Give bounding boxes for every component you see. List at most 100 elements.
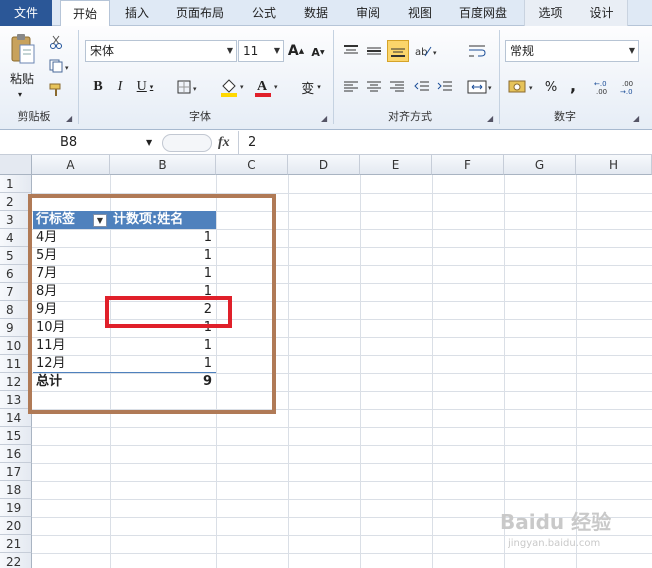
font-name-select[interactable]: 宋体 ▼ xyxy=(85,40,237,62)
clipboard-group-label: 剪贴板 xyxy=(17,110,51,123)
comma-style-button[interactable]: , xyxy=(566,76,580,95)
group-separator xyxy=(499,30,500,124)
tab-view[interactable]: 视图 xyxy=(396,0,444,26)
group-separator xyxy=(78,30,79,124)
tab-options[interactable]: 选项 xyxy=(524,0,576,26)
font-size-select[interactable]: 11 ▼ xyxy=(238,40,284,62)
row-header[interactable]: 17 xyxy=(0,463,32,481)
row-header[interactable]: 1 xyxy=(0,175,32,193)
font-launcher-icon[interactable]: ◢ xyxy=(321,114,327,123)
grow-font-icon[interactable]: A ▲ xyxy=(288,42,304,60)
align-top-icon[interactable] xyxy=(341,42,361,60)
column-header[interactable]: E xyxy=(360,155,432,175)
align-middle-icon[interactable] xyxy=(364,42,384,60)
column-header[interactable]: G xyxy=(504,155,576,175)
align-bottom-icon[interactable] xyxy=(387,40,409,62)
tab-design[interactable]: 设计 xyxy=(576,0,628,26)
row-header[interactable]: 18 xyxy=(0,481,32,499)
svg-text:A: A xyxy=(257,79,268,94)
align-right-icon[interactable] xyxy=(387,78,407,96)
ribbon: 粘贴 ▾ ▾ 剪贴板 ◢ 宋体 ▼ 11 ▼ A ▲ A ▼ B I U ▾ ▾ ▾ A ▾… xyxy=(0,26,652,130)
font-color-icon[interactable]: A ▾ xyxy=(254,76,282,98)
insert-function-button[interactable]: fx xyxy=(218,134,230,152)
orientation-icon[interactable]: ab ▾ xyxy=(414,42,440,60)
decrease-decimal-icon[interactable]: .00 →.0 xyxy=(620,78,640,96)
tab-data[interactable]: 数据 xyxy=(292,0,340,26)
paste-icon[interactable] xyxy=(8,32,38,66)
baidu-watermark: Baidu 经验 xyxy=(500,510,612,534)
svg-text:▾: ▾ xyxy=(433,49,437,57)
grid-line xyxy=(32,463,652,464)
formula-bar-resize-handle[interactable] xyxy=(162,134,212,152)
tab-home[interactable]: 开始 xyxy=(60,0,110,27)
svg-text:▾: ▾ xyxy=(488,84,492,92)
shrink-font-icon[interactable]: A ▼ xyxy=(310,44,326,60)
number-format-select[interactable]: 常规 ▼ xyxy=(505,40,639,62)
decrease-indent-icon[interactable] xyxy=(412,78,432,96)
column-header[interactable]: B xyxy=(110,155,216,175)
tab-page-layout[interactable]: 页面布局 xyxy=(166,0,234,26)
svg-text:ab: ab xyxy=(415,47,427,58)
bold-button[interactable]: B xyxy=(90,78,106,96)
grid-line xyxy=(360,175,361,568)
row-header[interactable]: 15 xyxy=(0,427,32,445)
clipboard-launcher-icon[interactable]: ◢ xyxy=(66,114,72,123)
row-header[interactable]: 21 xyxy=(0,535,32,553)
percent-style-button[interactable]: % xyxy=(542,78,560,96)
worksheet-grid[interactable]: A B C D E F G H 1 2 3 4 5 6 7 8 9 10 11 … xyxy=(0,155,652,568)
underline-button[interactable]: U ▾ xyxy=(134,78,156,96)
paste-dropdown-arrow[interactable]: ▾ xyxy=(18,86,22,104)
grid-line xyxy=(32,445,652,446)
select-all-corner[interactable] xyxy=(0,155,32,175)
align-center-icon[interactable] xyxy=(364,78,384,96)
format-painter-icon[interactable] xyxy=(48,82,64,98)
row-header[interactable]: 19 xyxy=(0,499,32,517)
alignment-launcher-icon[interactable]: ◢ xyxy=(487,114,493,123)
name-box[interactable]: B8 xyxy=(0,133,160,153)
row-header[interactable]: 20 xyxy=(0,517,32,535)
borders-icon[interactable]: ▾ xyxy=(176,78,202,96)
formula-bar: B8 ▼ fx 2 xyxy=(0,131,652,155)
svg-text:▾: ▾ xyxy=(65,64,69,72)
column-header[interactable]: H xyxy=(576,155,652,175)
italic-button[interactable]: I xyxy=(112,78,128,96)
tab-review[interactable]: 审阅 xyxy=(344,0,392,26)
formula-input[interactable]: 2 xyxy=(248,134,256,152)
row-header[interactable]: 16 xyxy=(0,445,32,463)
row-header[interactable]: 22 xyxy=(0,553,32,568)
copy-icon[interactable]: ▾ xyxy=(48,58,72,74)
group-separator xyxy=(333,30,334,124)
grid-line xyxy=(32,499,652,500)
column-header[interactable]: C xyxy=(216,155,288,175)
ribbon-tab-bar: 文件 开始 插入 页面布局 公式 数据 审阅 视图 百度网盘 选项 设计 xyxy=(0,0,652,27)
tab-baidu-netdisk[interactable]: 百度网盘 xyxy=(450,0,516,26)
tab-formulas[interactable]: 公式 xyxy=(240,0,288,26)
column-header[interactable]: F xyxy=(432,155,504,175)
selected-cell-highlight xyxy=(105,296,232,328)
baidu-watermark-url: jingyan.baidu.com xyxy=(508,538,601,549)
grid-line xyxy=(32,481,652,482)
align-left-icon[interactable] xyxy=(341,78,361,96)
svg-text:▾: ▾ xyxy=(240,83,244,91)
tab-insert[interactable]: 插入 xyxy=(112,0,162,26)
cut-icon[interactable] xyxy=(48,34,64,50)
svg-text:→.0: →.0 xyxy=(620,88,633,95)
increase-decimal-icon[interactable]: ←.0.00 xyxy=(594,78,614,96)
wrap-text-icon[interactable] xyxy=(466,42,488,60)
column-header[interactable]: D xyxy=(288,155,360,175)
accounting-format-icon[interactable]: ▾ xyxy=(507,76,539,98)
phonetic-guide-icon[interactable]: 变 ▾ xyxy=(294,74,328,100)
number-launcher-icon[interactable]: ◢ xyxy=(633,114,639,123)
number-group-label: 数字 xyxy=(554,110,576,123)
tab-file[interactable]: 文件 xyxy=(0,0,52,26)
merge-center-icon[interactable]: ▾ xyxy=(466,76,496,98)
font-group-label: 字体 xyxy=(189,110,211,123)
increase-indent-icon[interactable] xyxy=(435,78,455,96)
formula-divider xyxy=(238,131,239,155)
name-box-dropdown-icon[interactable]: ▼ xyxy=(146,134,152,152)
grid-line xyxy=(432,175,433,568)
column-header[interactable]: A xyxy=(32,155,110,175)
svg-text:.00: .00 xyxy=(622,80,633,88)
grid-line xyxy=(32,427,652,428)
fill-color-icon[interactable]: ▾ xyxy=(220,76,248,98)
